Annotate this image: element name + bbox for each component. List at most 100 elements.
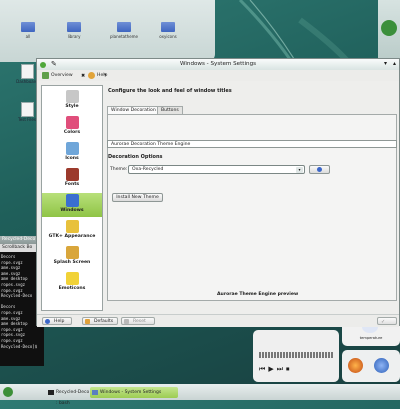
chevron-down-icon[interactable]: ▾ xyxy=(296,167,303,173)
system-settings-window[interactable]: ✎ Windows - System Settings ▾ ▴ Overview… xyxy=(36,58,400,327)
splash-icon xyxy=(65,246,79,259)
terminal-output: Decors rope.svgz ame.svgz ame.svgz ame deskt… xyxy=(1,254,37,349)
sidebar-item-label: Colors xyxy=(63,130,81,135)
defaults-icon xyxy=(85,319,90,324)
folder-item[interactable]: oxyicons xyxy=(150,22,186,39)
terminal-line: Recycled-Deco]$ xyxy=(1,343,38,349)
sidebar-item-label: Windows xyxy=(60,208,84,213)
sidebar-item-icons[interactable]: Icons xyxy=(42,141,102,165)
thunderbird-icon[interactable] xyxy=(374,358,389,373)
theme-label: Theme: xyxy=(110,167,128,172)
sidebar-item-splash-screen[interactable]: Splash Screen xyxy=(42,245,102,269)
settings-content: Configure the look and feel of window ti… xyxy=(107,85,397,311)
weather-label: temperature xyxy=(359,336,383,340)
media-player-widget[interactable]: ⏮▶⏭⏹ xyxy=(253,330,339,382)
folder-icon xyxy=(67,22,81,32)
sidebar-item-label: Icons xyxy=(65,156,79,161)
emoticons-icon xyxy=(65,272,79,285)
terminal-icon xyxy=(48,390,54,395)
taskbar: Recycled-Deco : bash Windows - System Se… xyxy=(0,384,400,406)
help-button[interactable]: Help xyxy=(42,317,72,325)
defaults-button-label: Defaults xyxy=(94,319,114,324)
reset-icon xyxy=(124,319,129,324)
plasma-logo-icon[interactable] xyxy=(381,20,397,36)
launcher-widget[interactable] xyxy=(342,350,400,382)
icons-icon xyxy=(65,142,79,155)
folder-item[interactable]: library xyxy=(56,22,92,39)
document-icon xyxy=(20,102,34,117)
next-icon[interactable]: ⏭ xyxy=(277,365,286,373)
sidebar-item-windows[interactable]: Windows xyxy=(42,193,102,217)
window-title: Windows - System Settings xyxy=(179,61,257,67)
sidebar-item-emoticons[interactable]: Emoticons xyxy=(42,271,102,295)
help-button-label: Help xyxy=(54,319,65,324)
sidebar-item-label: Splash Screen xyxy=(53,260,91,265)
sidebar-item-label: Emoticons xyxy=(58,286,86,291)
theme-info-button[interactable] xyxy=(309,165,330,174)
maximize-icon[interactable]: ▴ xyxy=(393,60,396,67)
preview-label: Aurorae Theme Engine preview xyxy=(217,292,299,297)
taskbar-item-terminal[interactable]: Recycled-Deco : bash xyxy=(46,387,90,406)
sidebar-item-label: Style xyxy=(65,104,79,109)
stop-icon[interactable]: ⏹ xyxy=(286,365,293,373)
theme-engine-field[interactable]: Aurorae Decoration Theme Engine xyxy=(107,140,397,148)
decoration-options-heading: Decoration Options xyxy=(108,154,163,160)
sidebar-item-style[interactable]: Style xyxy=(42,89,102,113)
minimize-icon[interactable]: ▾ xyxy=(384,60,387,67)
windows-icon xyxy=(65,194,79,207)
folder-label: all xyxy=(25,34,31,39)
sidebar-item-label: Fonts xyxy=(64,182,80,187)
fonts-icon xyxy=(65,168,79,181)
taskbar-item-label: Recycled-Deco : bash xyxy=(56,390,90,406)
help-icon xyxy=(45,319,50,324)
check-icon: ✓ xyxy=(381,319,386,325)
taskbar-item-settings[interactable]: Windows - System Settings xyxy=(90,387,178,398)
sidebar-item-gtk-appearance[interactable]: GTK+ Appearance xyxy=(42,219,102,243)
taskbar-item-label: Windows - System Settings xyxy=(100,390,162,395)
folder-icon xyxy=(21,22,35,32)
file-label: Test Files xyxy=(18,117,36,122)
overview-button[interactable]: Overview xyxy=(40,71,73,80)
folder-label: planetatheme xyxy=(109,34,139,39)
volume-meter xyxy=(259,352,333,358)
sidebar-item-fonts[interactable]: Fonts xyxy=(42,167,102,191)
folder-label: library xyxy=(67,34,81,39)
document-icon xyxy=(20,64,34,79)
file-label: Dashboard xyxy=(16,79,38,84)
gtk-icon xyxy=(65,220,79,233)
folder-icon xyxy=(161,22,175,32)
button-bar: Help Defaults Reset ✓ xyxy=(37,314,399,327)
reset-button-label: Reset xyxy=(133,319,146,324)
colors-icon xyxy=(65,116,79,129)
chevron-down-icon[interactable]: ▾ xyxy=(104,72,107,78)
folder-icon xyxy=(117,22,131,32)
info-icon xyxy=(317,167,322,172)
folder-label: oxyicons xyxy=(159,34,177,39)
kickoff-menu-icon[interactable] xyxy=(3,387,13,397)
desktop-widget-corner xyxy=(378,0,400,62)
overview-icon xyxy=(42,72,49,79)
apply-button[interactable]: ✓ xyxy=(377,317,397,325)
style-icon xyxy=(65,90,79,103)
theme-select[interactable]: Oxa-Recycled ▾ xyxy=(128,165,305,174)
toolbar: Overview ✖ Help ▾ xyxy=(37,70,399,81)
help-icon xyxy=(88,72,95,79)
theme-select-value: Oxa-Recycled xyxy=(132,167,164,172)
folder-view-panel: all library planetatheme oxyicons xyxy=(0,0,215,62)
playback-controls[interactable]: ⏮▶⏭⏹ xyxy=(259,365,293,374)
sidebar-item-colors[interactable]: Colors xyxy=(42,115,102,139)
folder-item[interactable]: all xyxy=(10,22,46,39)
back-icon[interactable]: ✖ xyxy=(81,73,85,79)
terminal-line: Recycled-Deco xyxy=(1,293,33,299)
play-icon[interactable]: ▶ xyxy=(268,365,276,373)
reset-button[interactable]: Reset xyxy=(121,317,155,325)
defaults-button[interactable]: Defaults xyxy=(82,317,118,325)
overview-label: Overview xyxy=(51,73,73,78)
folder-item[interactable]: planetatheme xyxy=(102,22,146,39)
firefox-icon[interactable] xyxy=(348,358,363,373)
previous-icon[interactable]: ⏮ xyxy=(259,365,268,373)
install-new-theme-button[interactable]: Install New Theme xyxy=(112,193,163,202)
sidebar-item-label: GTK+ Appearance xyxy=(48,234,96,239)
page-heading: Configure the look and feel of window ti… xyxy=(108,88,232,94)
settings-icon xyxy=(92,390,98,395)
